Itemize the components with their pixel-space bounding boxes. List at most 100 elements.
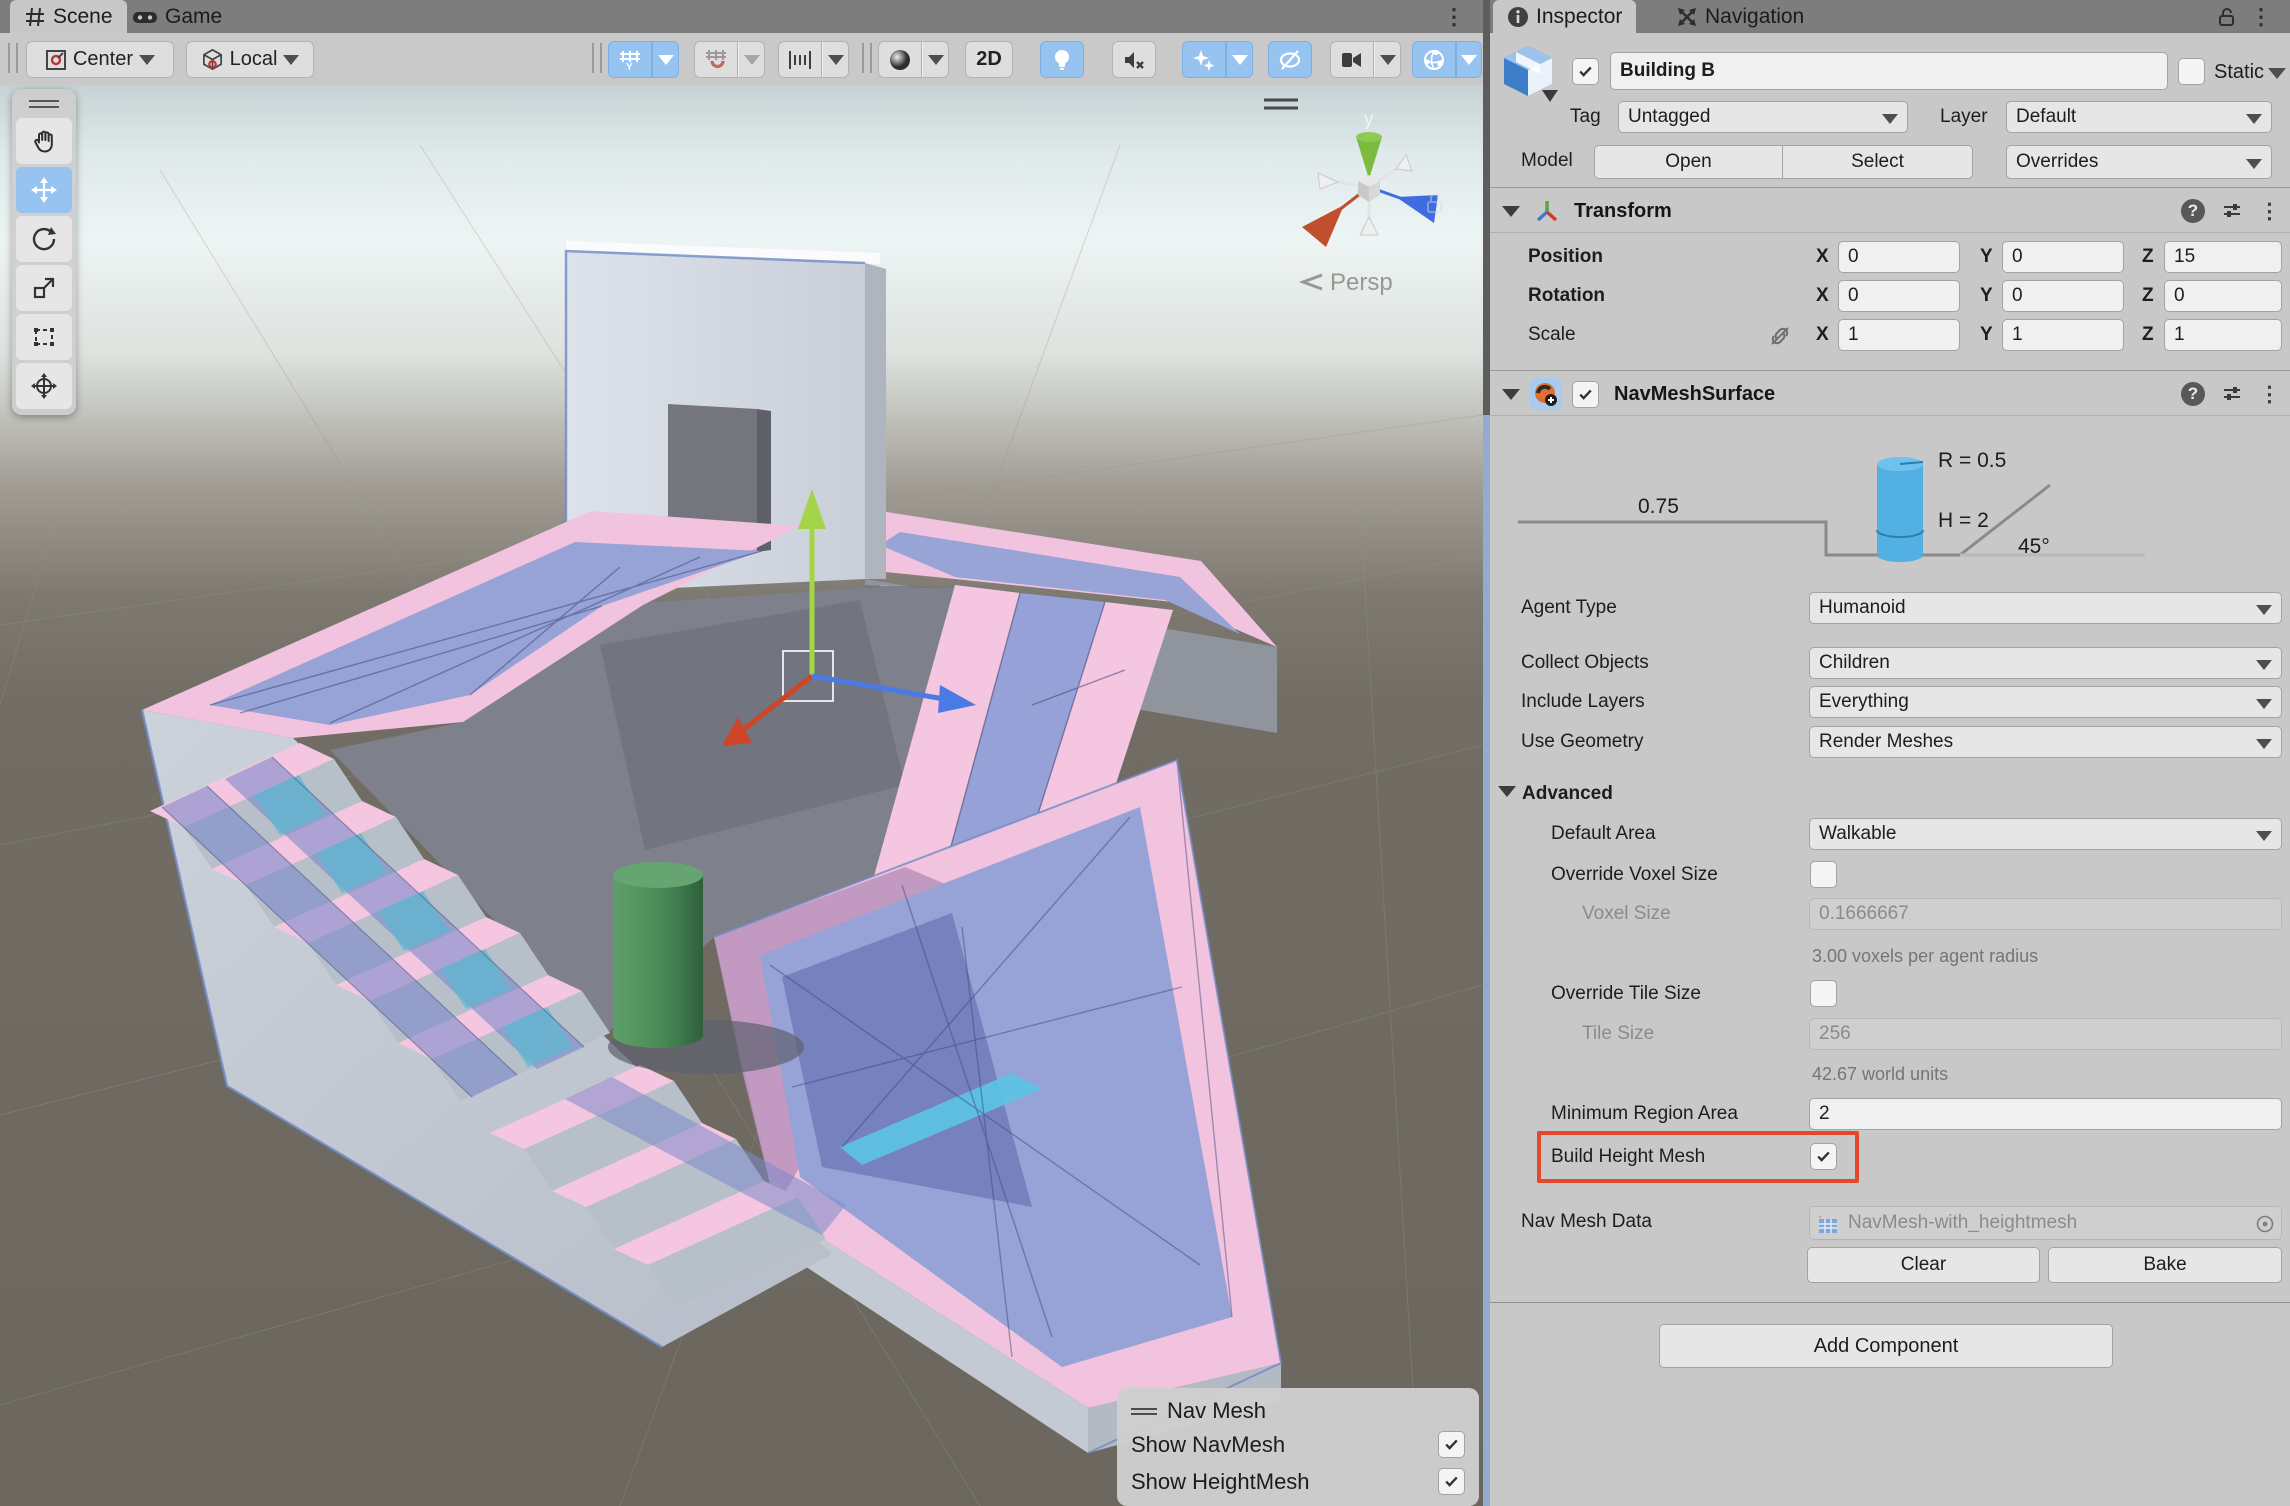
default-area-dropdown[interactable]: Walkable [1809, 818, 2282, 850]
gizmos-toggle-button[interactable] [1412, 41, 1456, 78]
scale-x-field[interactable]: 1 [1838, 319, 1960, 351]
rotation-y-field[interactable]: 0 [2002, 280, 2124, 312]
shading-options-dropdown[interactable] [922, 41, 949, 78]
transform-tool-button[interactable] [16, 363, 72, 409]
tab-scene[interactable]: Scene [10, 0, 127, 33]
tab-inspector[interactable]: Inspector [1493, 0, 1636, 33]
move-tool-button[interactable] [16, 167, 72, 213]
component-menu-icon[interactable]: ⋮ [2259, 199, 2280, 224]
override-voxel-size-checkbox[interactable] [1810, 861, 1837, 888]
model-open-button[interactable]: Open [1594, 145, 1783, 179]
default-area-value: Walkable [1819, 823, 1896, 844]
rotation-z-field[interactable]: 0 [2164, 280, 2282, 312]
toolbar-drag-handle[interactable] [8, 43, 18, 73]
navmeshsurface-header[interactable]: NavMeshSurface ? ⋮ [1490, 370, 2290, 416]
presets-icon[interactable] [2221, 200, 2243, 222]
scale-y-field[interactable]: 1 [2002, 319, 2124, 351]
camera-options-dropdown[interactable] [1374, 41, 1401, 78]
help-icon[interactable]: ? [2181, 382, 2205, 406]
green-cylinder[interactable] [613, 862, 703, 1048]
rotation-mode-label: Local [230, 48, 278, 71]
navmesh-data-label: Nav Mesh Data [1521, 1206, 1652, 1238]
rotation-x-field[interactable]: 0 [1838, 280, 1960, 312]
link-broken-icon[interactable] [1768, 324, 1792, 348]
show-heightmesh-checkbox[interactable] [1438, 1468, 1465, 1495]
build-height-mesh-label: Build Height Mesh [1551, 1141, 1705, 1173]
override-tile-size-checkbox[interactable] [1810, 980, 1837, 1007]
tab-game[interactable]: Game [118, 0, 236, 33]
static-checkbox[interactable] [2178, 58, 2205, 85]
measure-button[interactable] [778, 41, 822, 78]
navmesh-data-field[interactable]: * NavMesh-with_heightmesh [1809, 1206, 2282, 1240]
build-height-mesh-checkbox[interactable] [1810, 1143, 1837, 1170]
position-x-field[interactable]: 0 [1838, 241, 1960, 273]
agent-radius-label: R = 0.5 [1938, 449, 2006, 472]
grid-options-dropdown[interactable] [652, 41, 679, 78]
gizmos-options-dropdown[interactable] [1456, 41, 1482, 78]
clear-button[interactable]: Clear [1807, 1247, 2040, 1283]
visibility-toggle-button[interactable] [1268, 41, 1312, 78]
tag-dropdown[interactable]: Untagged [1618, 101, 1908, 133]
rotation-mode-dropdown[interactable]: Local [186, 41, 314, 78]
rotate-icon [30, 225, 58, 253]
snap-options-dropdown[interactable] [738, 41, 765, 78]
foldout-icon[interactable] [1502, 389, 1520, 400]
component-menu-icon[interactable]: ⋮ [2259, 382, 2280, 407]
show-navmesh-checkbox[interactable] [1438, 1431, 1465, 1458]
scene-tab-menu-icon[interactable]: ⋮ [1443, 4, 1465, 30]
transform-header[interactable]: Transform ? ⋮ [1490, 187, 2290, 233]
add-component-button[interactable]: Add Component [1659, 1324, 2113, 1368]
effects-toggle-button[interactable] [1182, 41, 1226, 78]
bake-button[interactable]: Bake [2048, 1247, 2282, 1283]
advanced-foldout-icon[interactable] [1498, 786, 1516, 797]
static-flags-dropdown-icon[interactable] [2268, 68, 2286, 79]
presets-icon[interactable] [2221, 383, 2243, 405]
overlay-drag-handle-icon[interactable] [1131, 1405, 1157, 1418]
scene-viewport[interactable]: y x z Persp [0, 85, 1483, 1506]
pivot-mode-dropdown[interactable]: Center [26, 41, 174, 78]
check-icon [1443, 1436, 1460, 1453]
axis-z-label: Z [2142, 241, 2154, 273]
scale-z-field[interactable]: 1 [2164, 319, 2282, 351]
navmeshsurface-enabled-checkbox[interactable] [1572, 381, 1599, 408]
grid-visibility-button[interactable]: Y [608, 41, 652, 78]
lighting-toggle-button[interactable] [1040, 41, 1084, 78]
palette-drag-handle[interactable] [16, 93, 72, 115]
help-icon[interactable]: ? [2181, 199, 2205, 223]
agent-type-dropdown[interactable]: Humanoid [1809, 592, 2282, 624]
position-z-field[interactable]: 15 [2164, 241, 2282, 273]
pane-splitter[interactable] [1483, 0, 1490, 1506]
chevron-down-icon [139, 55, 155, 65]
snap-toggle-button[interactable] [694, 41, 738, 78]
gameobject-name-field[interactable]: Building B [1610, 52, 2168, 90]
include-layers-dropdown[interactable]: Everything [1809, 686, 2282, 718]
rect-tool-button[interactable] [16, 314, 72, 360]
camera-button[interactable] [1330, 41, 1374, 78]
foldout-icon[interactable] [1502, 206, 1520, 217]
tab-navigation[interactable]: Navigation [1662, 0, 1818, 33]
layer-dropdown[interactable]: Default [2006, 101, 2272, 133]
chevron-down-icon [2256, 739, 2272, 749]
model-select-button[interactable]: Select [1783, 145, 1973, 179]
audio-toggle-button[interactable] [1112, 41, 1156, 78]
use-geometry-dropdown[interactable]: Render Meshes [1809, 726, 2282, 758]
toolbar-drag-handle[interactable] [592, 43, 602, 73]
toolbar-drag-handle[interactable] [862, 43, 872, 73]
advanced-label[interactable]: Advanced [1522, 778, 1613, 810]
object-picker-icon[interactable] [2256, 1215, 2274, 1233]
min-region-area-field[interactable]: 2 [1809, 1098, 2282, 1130]
2d-toggle-button[interactable]: 2D [965, 41, 1013, 78]
gameobject-active-checkbox[interactable] [1572, 58, 1599, 85]
hand-tool-button[interactable] [16, 118, 72, 164]
scale-tool-button[interactable] [16, 265, 72, 311]
collect-objects-dropdown[interactable]: Children [1809, 647, 2282, 679]
rotate-tool-button[interactable] [16, 216, 72, 262]
tile-size-label: Tile Size [1582, 1018, 1654, 1050]
inspector-menu-icon[interactable]: ⋮ [2250, 4, 2272, 30]
lock-icon[interactable] [2216, 6, 2238, 28]
measure-options-dropdown[interactable] [822, 41, 849, 78]
shading-mode-button[interactable] [878, 41, 922, 78]
overrides-dropdown[interactable]: Overrides [2006, 145, 2272, 179]
effects-options-dropdown[interactable] [1226, 41, 1253, 78]
position-y-field[interactable]: 0 [2002, 241, 2124, 273]
